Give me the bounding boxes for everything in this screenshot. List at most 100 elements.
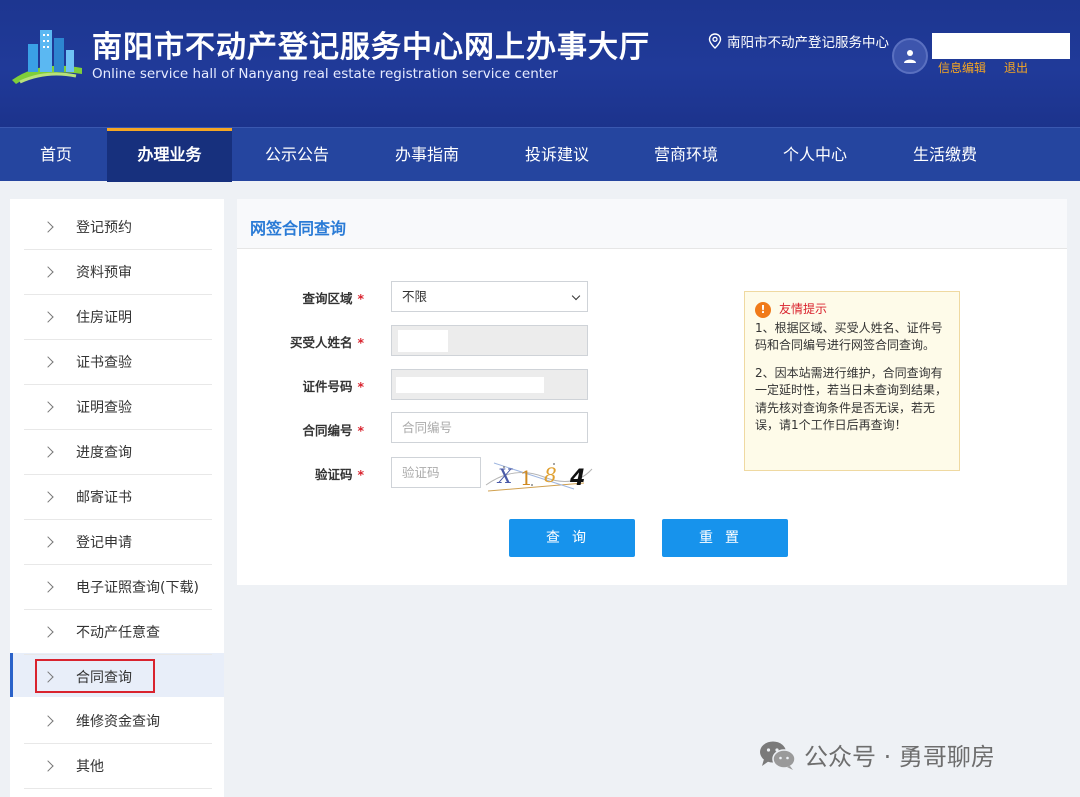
- panel-header: 网签合同查询: [237, 199, 1067, 249]
- sidebar-item-e-license[interactable]: 电子证照查询(下载): [24, 565, 212, 610]
- chevron-right-icon: [42, 581, 54, 593]
- sidebar-item-label: 登记预约: [76, 220, 132, 236]
- tip-paragraph-1: 1、根据区域、买受人姓名、证件号码和合同编号进行网签合同查询。: [755, 320, 943, 353]
- buyer-label: 买受人姓名 *: [244, 332, 364, 351]
- buyer-label-text: 买受人姓名: [289, 335, 353, 350]
- captcha-char: X: [496, 464, 513, 488]
- avatar[interactable]: [892, 38, 928, 74]
- sidebar-item-label: 进度查询: [76, 445, 132, 461]
- sidebar-item-label: 证书查验: [76, 355, 132, 371]
- reset-button[interactable]: 重置: [662, 519, 788, 557]
- nav-business[interactable]: 办理业务: [107, 128, 232, 182]
- sidebar-item-progress[interactable]: 进度查询: [24, 430, 212, 475]
- sidebar-item-label: 邮寄证书: [76, 490, 132, 506]
- user-name-redacted: [932, 33, 1070, 59]
- nav-home[interactable]: 首页: [0, 128, 112, 182]
- location-text: 南阳市不动产登记服务中心: [727, 35, 889, 51]
- logout-link[interactable]: 退出: [1004, 61, 1028, 75]
- contract-number-input[interactable]: [391, 412, 588, 443]
- required-mark: *: [357, 423, 364, 438]
- nav-business-env[interactable]: 营商环境: [622, 128, 750, 182]
- sidebar-item-proof-check[interactable]: 证明查验: [24, 385, 212, 430]
- edit-info-link[interactable]: 信息编辑: [938, 61, 986, 75]
- nav-utility-payment[interactable]: 生活缴费: [880, 128, 1010, 182]
- region-label-text: 查询区域: [302, 291, 353, 306]
- main-nav: 首页 办理业务 公示公告 办事指南 投诉建议 营商环境 个人中心 生活缴费: [0, 127, 1080, 182]
- chevron-right-icon: [42, 626, 54, 638]
- user-links: 信息编辑 退出: [938, 59, 1046, 76]
- nav-announcements[interactable]: 公示公告: [232, 128, 362, 182]
- tip-box: ! 友情提示 1、根据区域、买受人姓名、证件号码和合同编号进行网签合同查询。 2…: [744, 291, 960, 471]
- chevron-right-icon: [42, 446, 54, 458]
- chevron-right-icon: [42, 266, 54, 278]
- chevron-down-icon: [571, 291, 581, 301]
- sidebar-item-mail-cert[interactable]: 邮寄证书: [24, 475, 212, 520]
- sidebar-item-housing-cert[interactable]: 住房证明: [24, 295, 212, 340]
- required-mark: *: [357, 379, 364, 394]
- highlight-box: [35, 659, 155, 693]
- tip-title: 友情提示: [779, 302, 828, 316]
- sidebar-item-label: 证明查验: [76, 400, 132, 416]
- chevron-right-icon: [42, 221, 54, 233]
- cert-label-text: 证件号码: [302, 379, 353, 394]
- chevron-right-icon: [42, 715, 54, 727]
- captcha-label-text: 验证码: [314, 467, 353, 482]
- captcha-char: 4: [569, 466, 585, 491]
- sidebar-item-pre-review[interactable]: 资料预审: [24, 250, 212, 295]
- sidebar-item-label: 登记申请: [76, 535, 132, 551]
- query-button[interactable]: 查询: [509, 519, 635, 557]
- watermark: 公众号 · 勇哥聊房: [758, 737, 995, 772]
- chevron-right-icon: [42, 760, 54, 772]
- nav-personal-center[interactable]: 个人中心: [750, 128, 880, 182]
- sidebar: 登记预约 资料预审 住房证明 证书查验 证明查验 进度查询 邮寄证书 登记申请 …: [10, 199, 224, 797]
- captcha-label: 验证码 *: [244, 464, 364, 483]
- nav-guide[interactable]: 办事指南: [362, 128, 492, 182]
- required-mark: *: [357, 291, 364, 306]
- buyer-name-input[interactable]: [391, 325, 588, 356]
- captcha-image[interactable]: X 1 8 4: [484, 455, 594, 493]
- required-mark: *: [357, 335, 364, 350]
- sidebar-item-label: 住房证明: [76, 310, 132, 326]
- site-subtitle: Online service hall of Nanyang real esta…: [92, 66, 558, 82]
- contract-label-text: 合同编号: [302, 423, 353, 438]
- captcha-input[interactable]: [391, 457, 481, 488]
- sidebar-item-label: 维修资金查询: [76, 714, 160, 730]
- location-pin-icon: [708, 33, 722, 49]
- region-select-value: 不限: [402, 289, 428, 304]
- redacted-value: [398, 330, 448, 352]
- nav-complaints[interactable]: 投诉建议: [492, 128, 622, 182]
- sidebar-item-cert-check[interactable]: 证书查验: [24, 340, 212, 385]
- header: 南阳市不动产登记服务中心网上办事大厅 Online service hall o…: [0, 0, 1080, 127]
- user-icon: [904, 50, 916, 63]
- chevron-right-icon: [42, 311, 54, 323]
- sidebar-item-any-query[interactable]: 不动产任意查: [24, 610, 212, 655]
- location: 南阳市不动产登记服务中心: [708, 31, 889, 51]
- sidebar-item-label: 不动产任意查: [76, 625, 160, 641]
- chevron-right-icon: [42, 356, 54, 368]
- info-icon: !: [755, 301, 771, 318]
- cert-label: 证件号码 *: [244, 376, 364, 395]
- sidebar-item-appointment[interactable]: 登记预约: [24, 205, 212, 250]
- sidebar-item-other[interactable]: 其他: [24, 744, 212, 789]
- page-title: 网签合同查询: [250, 219, 347, 238]
- region-label: 查询区域 *: [244, 288, 364, 307]
- cert-number-input[interactable]: [391, 369, 588, 400]
- chevron-right-icon: [42, 491, 54, 503]
- wechat-icon: [760, 741, 796, 770]
- captcha-char: 8: [544, 463, 557, 487]
- site-logo[interactable]: [10, 22, 84, 86]
- site-title: 南阳市不动产登记服务中心网上办事大厅: [92, 30, 650, 65]
- tip-paragraph-2: 2、因本站需进行维护，合同查询有一定延时性，若当日未查询到结果，请先核对查询条件…: [755, 365, 948, 433]
- redacted-value: [396, 377, 544, 393]
- sidebar-item-maintenance-fund[interactable]: 维修资金查询: [24, 699, 212, 744]
- region-select[interactable]: 不限: [391, 281, 588, 312]
- required-mark: *: [357, 467, 364, 482]
- sidebar-item-label: 电子证照查询(下载): [76, 580, 199, 596]
- watermark-text: 公众号 · 勇哥聊房: [804, 743, 995, 771]
- sidebar-item-apply[interactable]: 登记申请: [24, 520, 212, 565]
- sidebar-item-label: 其他: [76, 759, 104, 775]
- chevron-right-icon: [42, 536, 54, 548]
- tip-header: ! 友情提示: [755, 301, 949, 319]
- chevron-right-icon: [42, 401, 54, 413]
- captcha-char: 1: [520, 466, 533, 490]
